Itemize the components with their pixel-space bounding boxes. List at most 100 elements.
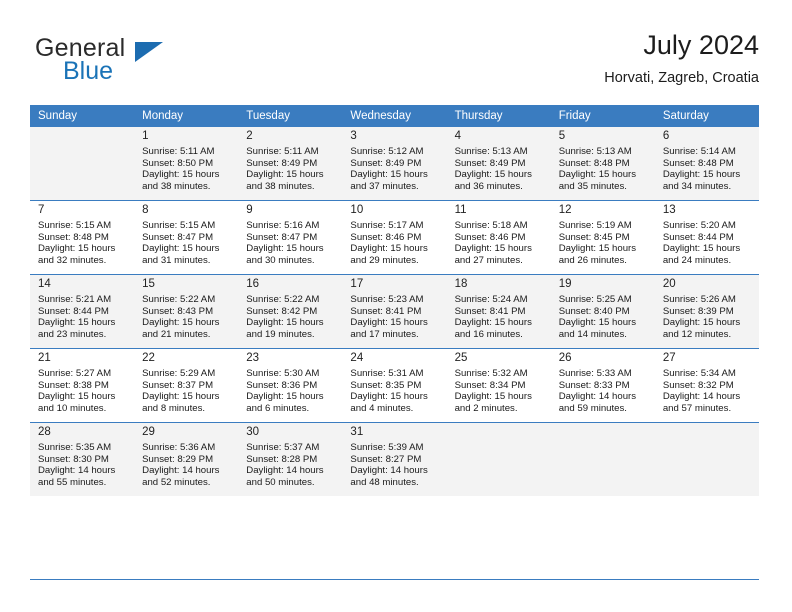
sunrise-text: Sunrise: 5:11 AM xyxy=(246,146,319,157)
day-cell[interactable]: 16 Sunrise: 5:22 AM Sunset: 8:42 PM Dayl… xyxy=(238,274,343,348)
day-info: Sunrise: 5:11 AM Sunset: 8:50 PM Dayligh… xyxy=(142,146,234,192)
daylight-text-line1: Daylight: 15 hours xyxy=(38,243,116,255)
day-number: 10 xyxy=(350,204,364,216)
sunrise-text: Sunrise: 5:19 AM xyxy=(558,220,632,231)
day-cell[interactable]: 25 Sunrise: 5:32 AM Sunset: 8:34 PM Dayl… xyxy=(446,348,551,422)
day-cell[interactable]: 10 Sunrise: 5:17 AM Sunset: 8:46 PM Dayl… xyxy=(342,200,447,274)
day-info: Sunrise: 5:29 AM Sunset: 8:37 PM Dayligh… xyxy=(142,368,234,414)
day-number: 21 xyxy=(38,352,51,364)
day-cell[interactable]: 6 Sunrise: 5:14 AM Sunset: 8:48 PM Dayli… xyxy=(654,126,759,200)
calendar-body: 1 Sunrise: 5:11 AM Sunset: 8:50 PM Dayli… xyxy=(30,126,759,496)
weekday-header-wednesday: Wednesday xyxy=(342,105,447,126)
day-cell[interactable]: 2 Sunrise: 5:11 AM Sunset: 8:49 PM Dayli… xyxy=(238,126,343,200)
calendar-header-row: Sunday Monday Tuesday Wednesday Thursday… xyxy=(30,105,759,126)
day-cell[interactable]: 21 Sunrise: 5:27 AM Sunset: 8:38 PM Dayl… xyxy=(30,348,135,422)
sunset-text: Sunset: 8:42 PM xyxy=(246,305,318,317)
sunrise-text: Sunrise: 5:22 AM xyxy=(142,294,216,305)
daylight-text-line2: and 24 minutes. xyxy=(662,254,732,266)
location-subtitle: Horvati, Zagreb, Croatia xyxy=(604,70,759,86)
general-blue-logo[interactable]: General Blue xyxy=(35,34,235,92)
day-info: Sunrise: 5:19 AM Sunset: 8:45 PM Dayligh… xyxy=(559,220,651,266)
day-cell[interactable]: 15 Sunrise: 5:22 AM Sunset: 8:43 PM Dayl… xyxy=(134,274,239,348)
sunset-text: Sunset: 8:46 PM xyxy=(350,231,422,243)
day-cell[interactable]: 8 Sunrise: 5:15 AM Sunset: 8:47 PM Dayli… xyxy=(134,200,239,274)
sunrise-text: Sunrise: 5:35 AM xyxy=(38,442,112,453)
daylight-text-line2: and 14 minutes. xyxy=(558,328,627,340)
day-cell[interactable]: 28 Sunrise: 5:35 AM Sunset: 8:30 PM Dayl… xyxy=(30,422,135,496)
day-info: Sunrise: 5:18 AM Sunset: 8:46 PM Dayligh… xyxy=(455,220,547,266)
sunset-text: Sunset: 8:41 PM xyxy=(350,305,422,317)
daylight-text-line1: Daylight: 15 hours xyxy=(38,391,116,403)
day-cell[interactable]: 13 Sunrise: 5:20 AM Sunset: 8:44 PM Dayl… xyxy=(654,200,759,274)
sunset-text: Sunset: 8:33 PM xyxy=(558,379,630,391)
daylight-text-line1: Daylight: 14 hours xyxy=(662,391,741,403)
day-cell[interactable]: 19 Sunrise: 5:25 AM Sunset: 8:40 PM Dayl… xyxy=(550,274,655,348)
day-cell[interactable]: 5 Sunrise: 5:13 AM Sunset: 8:48 PM Dayli… xyxy=(550,126,655,200)
daylight-text-line1: Daylight: 15 hours xyxy=(558,317,637,329)
sunrise-text: Sunrise: 5:20 AM xyxy=(662,220,736,231)
daylight-text-line1: Daylight: 15 hours xyxy=(454,391,532,403)
day-cell[interactable]: 3 Sunrise: 5:12 AM Sunset: 8:49 PM Dayli… xyxy=(342,126,447,200)
daylight-text-line1: Daylight: 14 hours xyxy=(38,465,116,477)
day-cell[interactable]: 12 Sunrise: 5:19 AM Sunset: 8:45 PM Dayl… xyxy=(550,200,655,274)
daylight-text-line2: and 36 minutes. xyxy=(454,180,523,192)
day-cell[interactable]: 4 Sunrise: 5:13 AM Sunset: 8:49 PM Dayli… xyxy=(446,126,551,200)
day-number: 17 xyxy=(350,278,364,290)
day-cell[interactable]: 30 Sunrise: 5:37 AM Sunset: 8:28 PM Dayl… xyxy=(238,422,343,496)
daylight-text-line1: Daylight: 15 hours xyxy=(350,317,428,329)
daylight-text-line1: Daylight: 15 hours xyxy=(246,391,324,403)
day-number: 30 xyxy=(246,426,260,438)
day-cell[interactable]: 11 Sunrise: 5:18 AM Sunset: 8:46 PM Dayl… xyxy=(446,200,551,274)
daylight-text-line1: Daylight: 14 hours xyxy=(350,465,428,477)
day-cell[interactable]: 22 Sunrise: 5:29 AM Sunset: 8:37 PM Dayl… xyxy=(134,348,239,422)
day-info: Sunrise: 5:25 AM Sunset: 8:40 PM Dayligh… xyxy=(559,294,651,340)
day-cell[interactable]: 23 Sunrise: 5:30 AM Sunset: 8:36 PM Dayl… xyxy=(238,348,343,422)
sunrise-text: Sunrise: 5:24 AM xyxy=(454,294,528,305)
day-cell[interactable]: 14 Sunrise: 5:21 AM Sunset: 8:44 PM Dayl… xyxy=(30,274,135,348)
day-info: Sunrise: 5:16 AM Sunset: 8:47 PM Dayligh… xyxy=(246,220,338,266)
sunset-text: Sunset: 8:49 PM xyxy=(350,157,422,169)
sunset-text: Sunset: 8:30 PM xyxy=(38,453,109,465)
day-number: 11 xyxy=(454,204,467,216)
day-number: 25 xyxy=(454,352,468,364)
sunrise-text: Sunrise: 5:30 AM xyxy=(246,368,320,379)
sunrise-text: Sunrise: 5:26 AM xyxy=(662,294,736,305)
day-cell[interactable]: 17 Sunrise: 5:23 AM Sunset: 8:41 PM Dayl… xyxy=(342,274,447,348)
sunrise-text: Sunrise: 5:37 AM xyxy=(246,442,320,453)
day-number: 2 xyxy=(246,130,253,142)
sunrise-text: Sunrise: 5:32 AM xyxy=(454,368,528,379)
daylight-text-line2: and 57 minutes. xyxy=(662,402,732,414)
day-info: Sunrise: 5:24 AM Sunset: 8:41 PM Dayligh… xyxy=(455,294,547,340)
day-info: Sunrise: 5:22 AM Sunset: 8:43 PM Dayligh… xyxy=(142,294,234,340)
day-cell[interactable]: 20 Sunrise: 5:26 AM Sunset: 8:39 PM Dayl… xyxy=(654,274,759,348)
day-cell[interactable]: 27 Sunrise: 5:34 AM Sunset: 8:32 PM Dayl… xyxy=(654,348,759,422)
day-cell[interactable]: 24 Sunrise: 5:31 AM Sunset: 8:35 PM Dayl… xyxy=(342,348,447,422)
day-info: Sunrise: 5:34 AM Sunset: 8:32 PM Dayligh… xyxy=(663,368,755,414)
day-cell[interactable]: 9 Sunrise: 5:16 AM Sunset: 8:47 PM Dayli… xyxy=(238,200,343,274)
sunrise-text: Sunrise: 5:36 AM xyxy=(142,442,216,453)
day-cell[interactable]: 26 Sunrise: 5:33 AM Sunset: 8:33 PM Dayl… xyxy=(550,348,655,422)
daylight-text-line2: and 19 minutes. xyxy=(246,328,315,340)
daylight-text-line2: and 34 minutes. xyxy=(662,180,732,192)
sunset-text: Sunset: 8:37 PM xyxy=(142,379,214,391)
sunset-text: Sunset: 8:39 PM xyxy=(662,305,734,317)
day-cell[interactable]: 29 Sunrise: 5:36 AM Sunset: 8:29 PM Dayl… xyxy=(134,422,239,496)
logo-triangle-icon xyxy=(135,42,163,62)
daylight-text-line2: and 4 minutes. xyxy=(350,402,414,414)
day-info: Sunrise: 5:14 AM Sunset: 8:48 PM Dayligh… xyxy=(663,146,755,192)
daylight-text-line2: and 21 minutes. xyxy=(142,328,211,340)
daylight-text-line1: Daylight: 15 hours xyxy=(454,243,532,255)
daylight-text-line2: and 8 minutes. xyxy=(142,402,206,414)
sunrise-text: Sunrise: 5:21 AM xyxy=(38,294,112,305)
sunset-text: Sunset: 8:38 PM xyxy=(38,379,109,391)
day-cell[interactable]: 7 Sunrise: 5:15 AM Sunset: 8:48 PM Dayli… xyxy=(30,200,135,274)
calendar-table: Sunday Monday Tuesday Wednesday Thursday… xyxy=(30,105,759,496)
sunset-text: Sunset: 8:36 PM xyxy=(246,379,318,391)
day-cell[interactable]: 31 Sunrise: 5:39 AM Sunset: 8:27 PM Dayl… xyxy=(342,422,447,496)
sunset-text: Sunset: 8:41 PM xyxy=(454,305,526,317)
day-cell[interactable]: 18 Sunrise: 5:24 AM Sunset: 8:41 PM Dayl… xyxy=(446,274,551,348)
day-cell[interactable]: 1 Sunrise: 5:11 AM Sunset: 8:50 PM Dayli… xyxy=(134,126,239,200)
day-cell-empty xyxy=(654,422,759,496)
day-info: Sunrise: 5:27 AM Sunset: 8:38 PM Dayligh… xyxy=(38,368,130,414)
sunset-text: Sunset: 8:47 PM xyxy=(142,231,214,243)
